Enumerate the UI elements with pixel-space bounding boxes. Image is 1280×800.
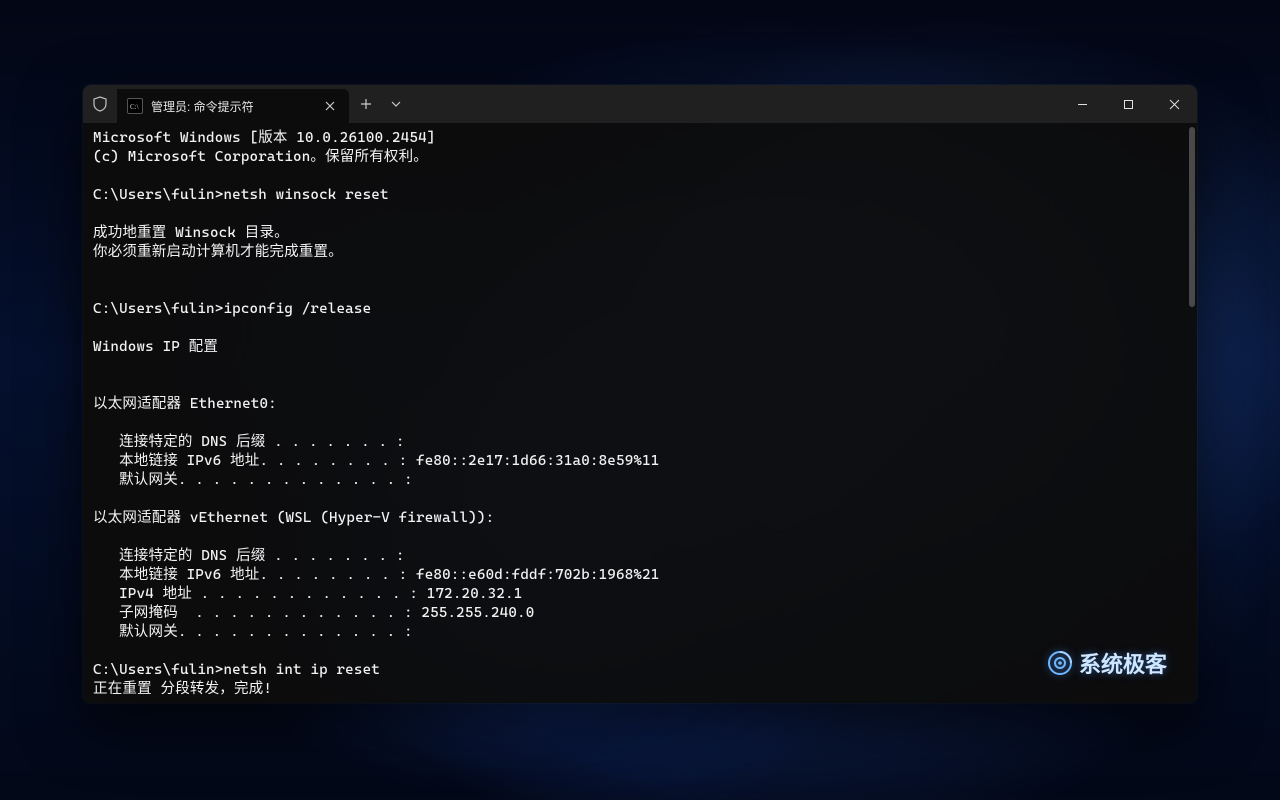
window-titlebar[interactable]: C:\ 管理员: 命令提示符 [83, 85, 1197, 123]
titlebar-drag-area[interactable] [409, 85, 1059, 123]
terminal-output: Microsoft Windows [版本 10.0.26100.2454] (… [93, 129, 1187, 699]
tab-cmd[interactable]: C:\ 管理员: 命令提示符 [117, 89, 349, 123]
terminal-body[interactable]: Microsoft Windows [版本 10.0.26100.2454] (… [83, 123, 1197, 703]
tab-dropdown-button[interactable] [383, 85, 409, 123]
close-button[interactable] [1151, 85, 1197, 123]
terminal-window: C:\ 管理员: 命令提示符 [83, 85, 1197, 703]
tab-title: 管理员: 命令提示符 [151, 98, 313, 115]
scrollbar-thumb[interactable] [1189, 127, 1195, 307]
new-tab-button[interactable] [349, 85, 383, 123]
maximize-button[interactable] [1105, 85, 1151, 123]
cmd-icon: C:\ [127, 98, 143, 114]
minimize-button[interactable] [1059, 85, 1105, 123]
admin-shield-icon [83, 85, 117, 123]
svg-text:C:\: C:\ [130, 103, 139, 110]
tab-close-button[interactable] [321, 97, 339, 115]
